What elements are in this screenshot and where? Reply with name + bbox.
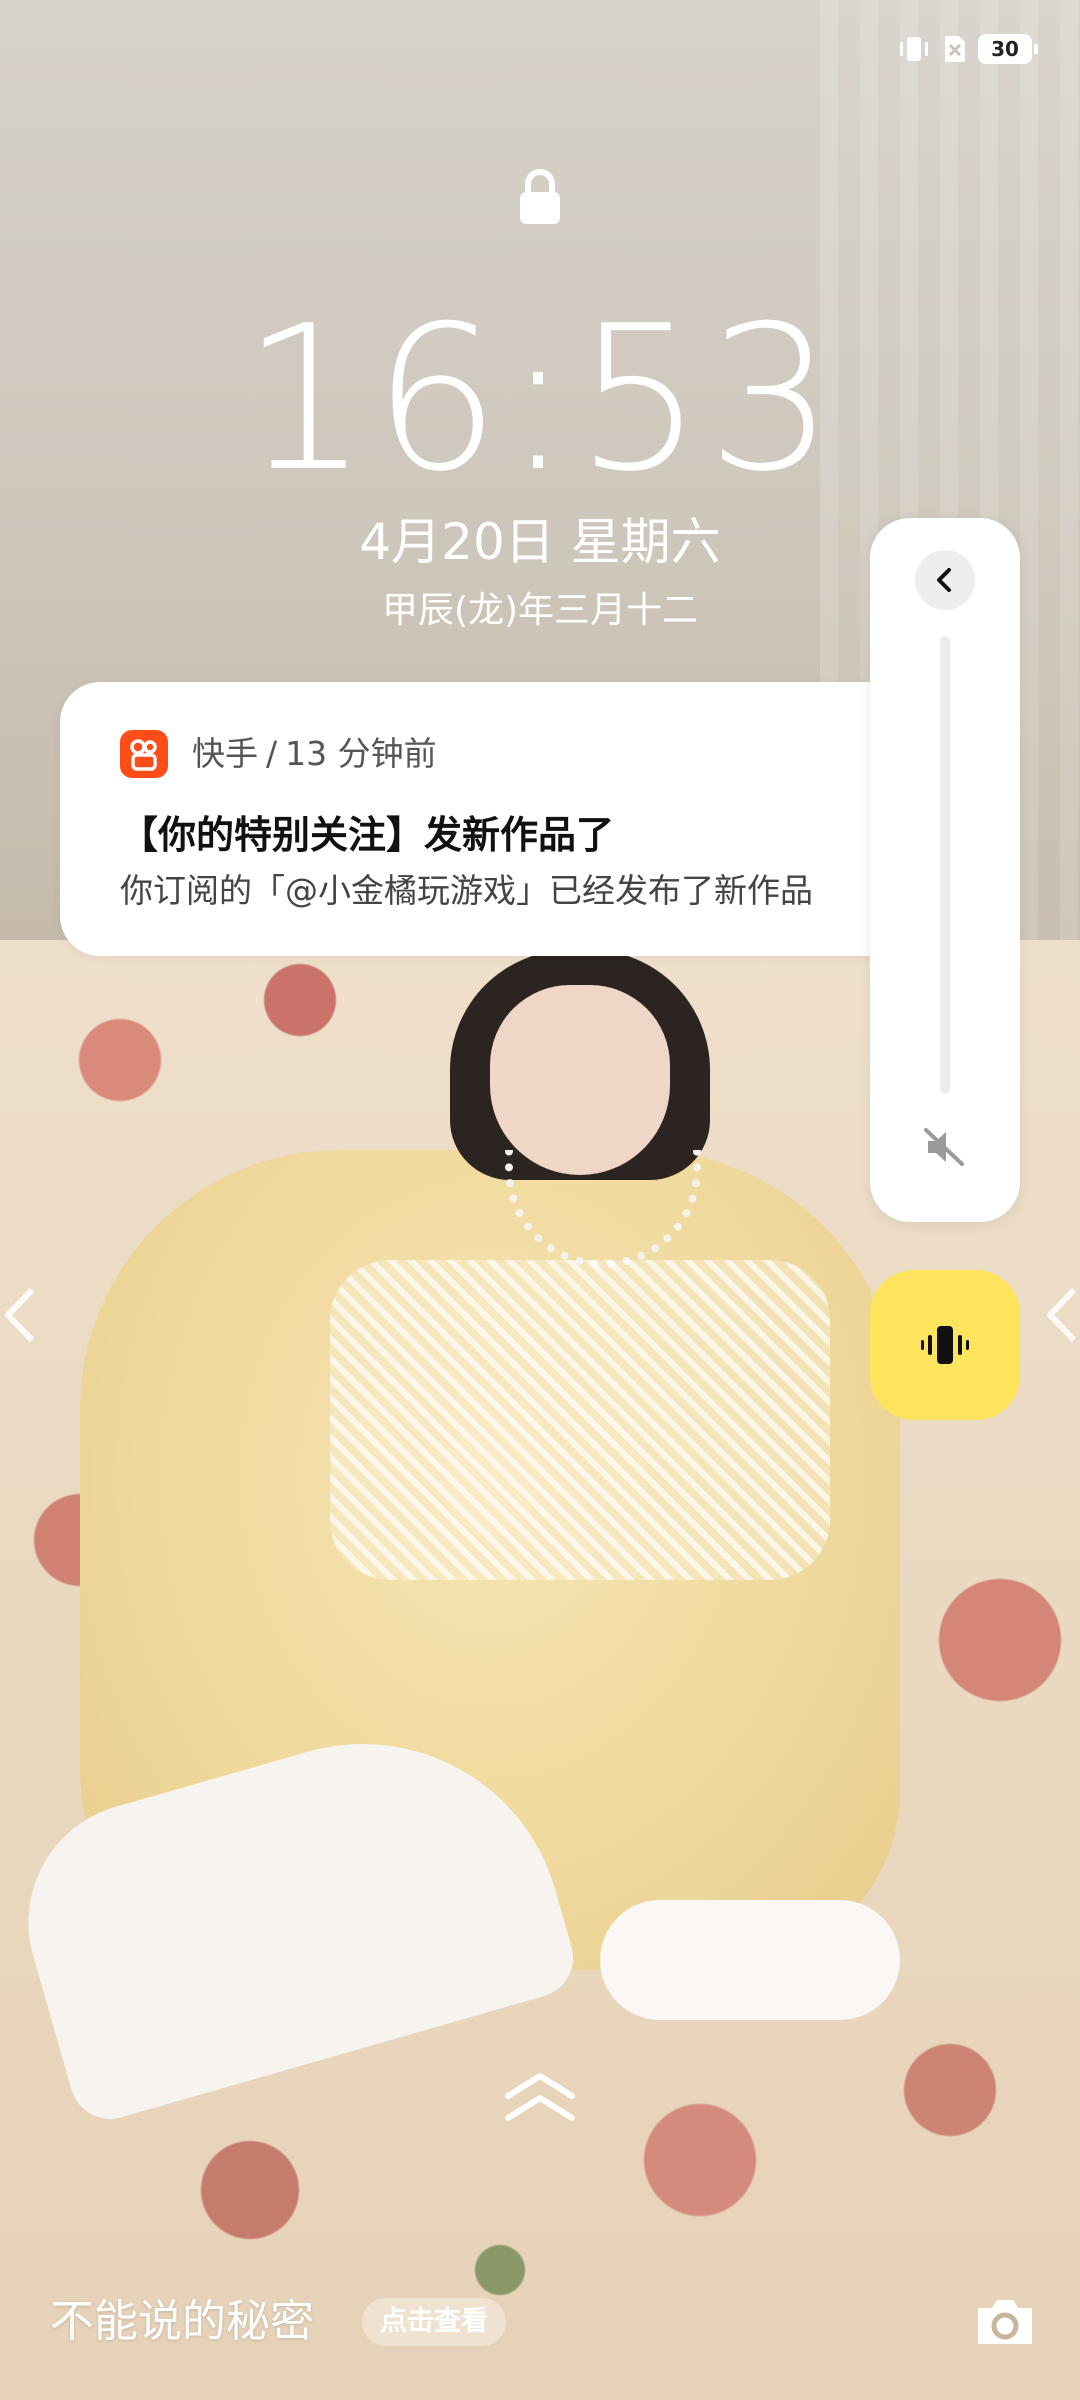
- volume-panel: [870, 518, 1020, 1222]
- volume-muted-icon[interactable]: [922, 1124, 968, 1170]
- lock-icon: [516, 168, 564, 226]
- no-sim-icon: [942, 34, 968, 64]
- kuaishou-app-icon: [120, 730, 168, 778]
- status-bar: 30: [896, 34, 1038, 64]
- wallpaper-face: [490, 985, 670, 1175]
- wallpaper-petticoat: [600, 1900, 900, 2020]
- volume-slider[interactable]: [940, 636, 950, 1094]
- wallpaper-next-arrow[interactable]: [1040, 1280, 1080, 1350]
- wallpaper-caption: 不能说的秘密: [50, 2296, 314, 2347]
- wallpaper-gloves: [330, 1260, 830, 1580]
- notification-app-name: 快手: [192, 734, 258, 773]
- volume-back-button[interactable]: [915, 550, 975, 610]
- vibrate-icon: [896, 34, 932, 64]
- vibrate-icon: [921, 1326, 969, 1364]
- notification-header: 快手 / 13 分钟前: [192, 730, 437, 778]
- battery-level: 30: [991, 37, 1019, 61]
- notification-body: 你订阅的「@小金橘玩游戏」已经发布了新作品: [120, 871, 813, 910]
- notification-card[interactable]: 快手 / 13 分钟前 【你的特别关注】发新作品了 你订阅的「@小金橘玩游戏」已…: [60, 682, 980, 956]
- clock-time: 16:53: [241, 283, 839, 516]
- camera-icon[interactable]: [974, 2296, 1036, 2348]
- vibrate-mode-button[interactable]: [870, 1270, 1020, 1420]
- notification-separator: /: [266, 734, 278, 773]
- view-wallpaper-button[interactable]: 点击查看: [362, 2298, 506, 2346]
- battery-icon: 30: [978, 34, 1038, 64]
- notification-title: 【你的特别关注】发新作品了: [120, 813, 615, 857]
- chevron-left-icon: [937, 568, 951, 592]
- notification-time: 13 分钟前: [285, 734, 437, 773]
- swipe-up-icon[interactable]: [500, 2068, 580, 2124]
- wallpaper-prev-arrow[interactable]: [0, 1280, 40, 1350]
